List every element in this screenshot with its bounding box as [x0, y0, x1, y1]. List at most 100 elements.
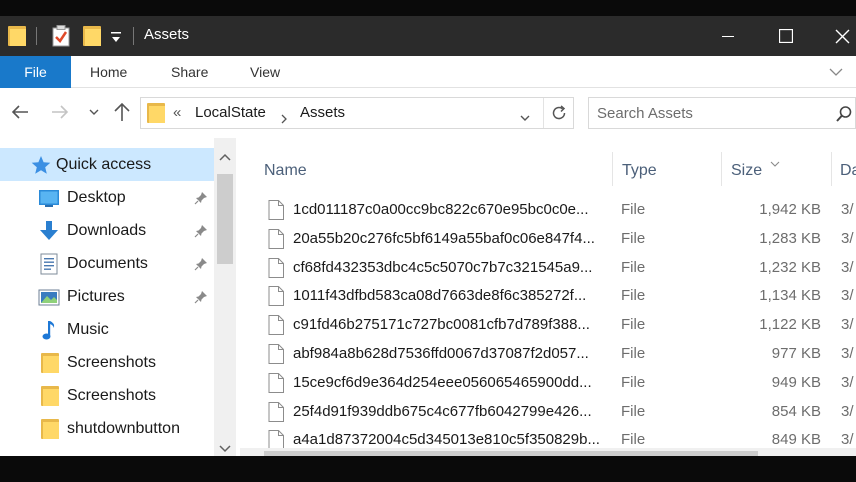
nav-item-screenshots-2[interactable]: Screenshots: [0, 379, 214, 412]
navigation-pane: Quick access Desktop Downloads Documents: [0, 138, 236, 456]
scroll-up-icon[interactable]: [219, 146, 231, 165]
search-box[interactable]: [588, 97, 856, 129]
file-row[interactable]: 1011f43dfbd583ca08d7663de8f6c385272f... F…: [236, 282, 856, 311]
file-row[interactable]: abf984a8b628d7536ffd0067d37087f2d057... F…: [236, 340, 856, 369]
music-note-icon: [38, 319, 60, 341]
refresh-button[interactable]: [550, 104, 568, 126]
back-button[interactable]: [8, 100, 32, 124]
column-header-date[interactable]: Da: [840, 146, 856, 196]
file-row[interactable]: 25f4d91f939ddb675c4c677fb6042799e426... F…: [236, 398, 856, 427]
new-folder-icon[interactable]: [83, 26, 101, 46]
maximize-button[interactable]: [758, 16, 814, 56]
column-header-size[interactable]: Size: [731, 146, 762, 196]
forward-button[interactable]: [48, 100, 72, 124]
ribbon-tabs: File Home Share View: [0, 56, 856, 88]
file-type: File: [621, 287, 646, 305]
properties-icon[interactable]: [52, 25, 70, 47]
file-icon: [268, 372, 284, 393]
close-button[interactable]: [814, 16, 856, 56]
file-size: 977 KB: [771, 345, 821, 362]
customize-toolbar-icon[interactable]: [110, 30, 122, 44]
breadcrumb-overflow[interactable]: «: [173, 104, 181, 121]
file-date: 3/: [841, 229, 854, 247]
folder-icon: [147, 103, 165, 123]
column-header-name[interactable]: Name: [264, 146, 307, 196]
file-size: 849 KB: [771, 431, 821, 449]
nav-item-desktop[interactable]: Desktop: [0, 181, 214, 214]
file-icon: [268, 401, 284, 422]
forward-arrow-icon: [52, 105, 69, 119]
up-arrow-icon: [114, 102, 130, 121]
tab-file[interactable]: File: [0, 56, 71, 88]
file-list: Name Type Size Da 1cd011187c0a00cc9bc822…: [236, 138, 856, 456]
column-divider[interactable]: [612, 152, 613, 186]
maximize-icon: [779, 29, 793, 43]
nav-item-pictures[interactable]: Pictures: [0, 280, 214, 313]
scroll-left-icon[interactable]: [247, 453, 255, 456]
document-icon: [38, 253, 60, 275]
breadcrumb-separator-icon[interactable]: [280, 109, 288, 128]
file-icon: [268, 286, 284, 307]
file-name: a4a1d87372004c5d345013e810c5f350829b...: [293, 431, 600, 449]
scroll-down-icon[interactable]: [219, 438, 231, 456]
search-input[interactable]: [597, 102, 817, 124]
file-name: 25f4d91f939ddb675c4c677fb6042799e426...: [293, 402, 592, 420]
download-arrow-icon: [38, 220, 60, 242]
nav-item-documents[interactable]: Documents: [0, 247, 214, 280]
expand-ribbon-icon[interactable]: [828, 64, 844, 80]
file-name: 15ce9cf6d9e364d254eee056065465900dd...: [293, 373, 592, 391]
file-type: File: [621, 373, 646, 391]
search-icon[interactable]: [835, 105, 853, 127]
nav-scrollbar[interactable]: [214, 138, 236, 456]
nav-item-screenshots[interactable]: Screenshots: [0, 346, 214, 379]
file-type: File: [621, 316, 646, 334]
file-date: 3/: [841, 345, 854, 362]
column-header-type[interactable]: Type: [622, 146, 657, 196]
nav-scroll-thumb[interactable]: [217, 174, 233, 264]
file-row[interactable]: 15ce9cf6d9e364d254eee056065465900dd... Fi…: [236, 369, 856, 398]
nav-item-shutdownbutton[interactable]: shutdownbutton: [0, 412, 214, 445]
file-name: cf68fd432353dbc4c5c5070c7b7c321545a9...: [293, 258, 593, 276]
address-bar[interactable]: « LocalState Assets: [140, 97, 574, 129]
nav-item-quick-access[interactable]: Quick access: [0, 148, 214, 181]
address-history-button[interactable]: [519, 108, 531, 127]
pin-icon[interactable]: [194, 223, 208, 238]
file-type: File: [621, 258, 646, 276]
file-row[interactable]: 20a55b20c276fc5bf6149a55baf0c06e847f4...…: [236, 225, 856, 254]
tab-home[interactable]: Home: [90, 56, 127, 88]
pin-icon[interactable]: [194, 190, 208, 205]
file-icon: [268, 315, 284, 336]
folder-icon: [41, 353, 63, 375]
column-divider[interactable]: [721, 152, 722, 186]
tab-share[interactable]: Share: [171, 56, 208, 88]
minimize-button[interactable]: [700, 16, 756, 56]
horizontal-scroll-thumb[interactable]: [264, 451, 758, 456]
file-row[interactable]: cf68fd432353dbc4c5c5070c7b7c321545a9... F…: [236, 254, 856, 283]
breadcrumb-assets[interactable]: Assets: [300, 104, 345, 121]
pin-icon[interactable]: [194, 289, 208, 304]
column-divider[interactable]: [831, 152, 832, 186]
toolbar-divider: [133, 27, 134, 45]
title-bar: Assets: [0, 16, 856, 56]
file-name: 20a55b20c276fc5bf6149a55baf0c06e847f4...: [293, 229, 595, 247]
tab-view[interactable]: View: [250, 56, 280, 88]
breadcrumb-localstate[interactable]: LocalState: [195, 104, 266, 121]
recent-locations-button[interactable]: [86, 100, 102, 124]
file-name: abf984a8b628d7536ffd0067d37087f2d057...: [293, 345, 589, 362]
file-size: 1,134 KB: [759, 287, 821, 305]
nav-item-label: Desktop: [67, 188, 126, 206]
pin-icon[interactable]: [194, 256, 208, 271]
horizontal-scrollbar[interactable]: [240, 448, 856, 456]
file-size: 1,283 KB: [759, 229, 821, 247]
nav-item-label: Documents: [67, 254, 148, 272]
chevron-down-icon: [520, 115, 530, 121]
nav-item-music[interactable]: Music: [0, 313, 214, 346]
nav-item-downloads[interactable]: Downloads: [0, 214, 214, 247]
file-name: c91fd46b275171c727bc0081cfb7d789f388...: [293, 316, 590, 334]
file-row[interactable]: c91fd46b275171c727bc0081cfb7d789f388... F…: [236, 311, 856, 340]
nav-item-label: Screenshots: [67, 386, 156, 404]
file-explorer-window: Assets File Home Share View « LocalState…: [0, 16, 856, 456]
close-icon: [835, 29, 849, 43]
up-button[interactable]: [110, 100, 134, 124]
file-row[interactable]: 1cd011187c0a00cc9bc822c670e95bc0c0e... Fi…: [236, 196, 856, 225]
